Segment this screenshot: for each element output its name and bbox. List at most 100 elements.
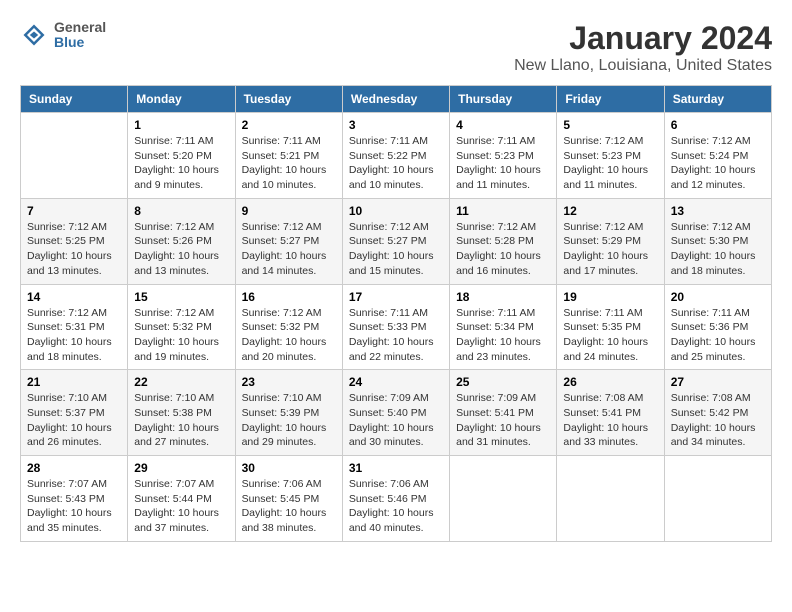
calendar-cell: 17 Sunrise: 7:11 AMSunset: 5:33 PMDayligh…	[342, 284, 449, 370]
calendar-cell: 23Sunrise: 7:10 AMSunset: 5:39 PMDayligh…	[235, 370, 342, 456]
calendar-cell: 30Sunrise: 7:06 AMSunset: 5:45 PMDayligh…	[235, 456, 342, 542]
day-number: 3	[349, 118, 443, 132]
day-number: 17	[349, 290, 443, 304]
calendar-cell	[557, 456, 664, 542]
logo-line1: General	[54, 20, 106, 35]
subtitle: New Llano, Louisiana, United States	[514, 57, 772, 75]
day-info: Sunrise: 7:12 AMSunset: 5:32 PMDaylight:…	[242, 306, 336, 365]
day-number: 11	[456, 204, 550, 218]
day-number: 30	[242, 461, 336, 475]
day-number: 27	[671, 375, 765, 389]
day-info: Sunrise: 7:09 AMSunset: 5:41 PMDaylight:…	[456, 391, 550, 450]
calendar-cell: 19 Sunrise: 7:11 AMSunset: 5:35 PMDayligh…	[557, 284, 664, 370]
day-info: Sunrise: 7:09 AMSunset: 5:40 PMDaylight:…	[349, 391, 443, 450]
day-number: 19	[563, 290, 657, 304]
day-info: Sunrise: 7:12 AMSunset: 5:29 PMDaylight:…	[563, 220, 657, 279]
day-number: 4	[456, 118, 550, 132]
calendar-body: 1Sunrise: 7:11 AMSunset: 5:20 PMDaylight…	[21, 113, 772, 542]
day-number: 24	[349, 375, 443, 389]
day-of-week-header: Thursday	[450, 86, 557, 113]
day-info: Sunrise: 7:11 AMSunset: 5:33 PMDaylight:…	[349, 306, 443, 365]
logo: General Blue	[20, 20, 106, 51]
day-of-week-header: Monday	[128, 86, 235, 113]
day-info: Sunrise: 7:11 AMSunset: 5:23 PMDaylight:…	[456, 134, 550, 193]
day-info: Sunrise: 7:10 AMSunset: 5:37 PMDaylight:…	[27, 391, 121, 450]
day-info: Sunrise: 7:12 AMSunset: 5:25 PMDaylight:…	[27, 220, 121, 279]
calendar-week-row: 28Sunrise: 7:07 AMSunset: 5:43 PMDayligh…	[21, 456, 772, 542]
calendar-cell: 6 Sunrise: 7:12 AMSunset: 5:24 PMDaylight…	[664, 113, 771, 199]
logo-icon	[20, 21, 48, 49]
day-number: 9	[242, 204, 336, 218]
title-block: January 2024 New Llano, Louisiana, Unite…	[514, 20, 772, 75]
calendar-week-row: 14 Sunrise: 7:12 AMSunset: 5:31 PMDayligh…	[21, 284, 772, 370]
day-of-week-header: Tuesday	[235, 86, 342, 113]
calendar-cell: 13 Sunrise: 7:12 AMSunset: 5:30 PMDayligh…	[664, 198, 771, 284]
calendar-week-row: 7 Sunrise: 7:12 AMSunset: 5:25 PMDaylight…	[21, 198, 772, 284]
calendar-cell: 8 Sunrise: 7:12 AMSunset: 5:26 PMDaylight…	[128, 198, 235, 284]
calendar-cell: 26 Sunrise: 7:08 AMSunset: 5:41 PMDayligh…	[557, 370, 664, 456]
calendar-cell: 3 Sunrise: 7:11 AMSunset: 5:22 PMDaylight…	[342, 113, 449, 199]
day-info: Sunrise: 7:12 AMSunset: 5:28 PMDaylight:…	[456, 220, 550, 279]
day-of-week-header: Friday	[557, 86, 664, 113]
day-info: Sunrise: 7:12 AMSunset: 5:26 PMDaylight:…	[134, 220, 228, 279]
day-number: 25	[456, 375, 550, 389]
day-number: 29	[134, 461, 228, 475]
day-info: Sunrise: 7:12 AMSunset: 5:31 PMDaylight:…	[27, 306, 121, 365]
calendar-cell: 10 Sunrise: 7:12 AMSunset: 5:27 PMDayligh…	[342, 198, 449, 284]
day-number: 31	[349, 461, 443, 475]
calendar-cell: 7 Sunrise: 7:12 AMSunset: 5:25 PMDaylight…	[21, 198, 128, 284]
day-info: Sunrise: 7:11 AMSunset: 5:20 PMDaylight:…	[134, 134, 228, 193]
day-number: 10	[349, 204, 443, 218]
calendar-cell: 5 Sunrise: 7:12 AMSunset: 5:23 PMDaylight…	[557, 113, 664, 199]
calendar-cell: 1Sunrise: 7:11 AMSunset: 5:20 PMDaylight…	[128, 113, 235, 199]
calendar-cell: 16Sunrise: 7:12 AMSunset: 5:32 PMDayligh…	[235, 284, 342, 370]
day-number: 7	[27, 204, 121, 218]
day-number: 18	[456, 290, 550, 304]
day-info: Sunrise: 7:11 AMSunset: 5:35 PMDaylight:…	[563, 306, 657, 365]
calendar-cell: 24 Sunrise: 7:09 AMSunset: 5:40 PMDayligh…	[342, 370, 449, 456]
day-info: Sunrise: 7:08 AMSunset: 5:41 PMDaylight:…	[563, 391, 657, 450]
day-number: 8	[134, 204, 228, 218]
calendar-week-row: 1Sunrise: 7:11 AMSunset: 5:20 PMDaylight…	[21, 113, 772, 199]
calendar-cell: 22 Sunrise: 7:10 AMSunset: 5:38 PMDayligh…	[128, 370, 235, 456]
day-info: Sunrise: 7:11 AMSunset: 5:22 PMDaylight:…	[349, 134, 443, 193]
day-number: 22	[134, 375, 228, 389]
day-number: 12	[563, 204, 657, 218]
day-info: Sunrise: 7:08 AMSunset: 5:42 PMDaylight:…	[671, 391, 765, 450]
day-number: 23	[242, 375, 336, 389]
day-info: Sunrise: 7:12 AMSunset: 5:27 PMDaylight:…	[349, 220, 443, 279]
calendar-cell	[21, 113, 128, 199]
day-number: 21	[27, 375, 121, 389]
calendar-cell: 2Sunrise: 7:11 AMSunset: 5:21 PMDaylight…	[235, 113, 342, 199]
logo-line2: Blue	[54, 35, 106, 50]
day-info: Sunrise: 7:12 AMSunset: 5:32 PMDaylight:…	[134, 306, 228, 365]
day-number: 5	[563, 118, 657, 132]
day-number: 14	[27, 290, 121, 304]
calendar-week-row: 21 Sunrise: 7:10 AMSunset: 5:37 PMDayligh…	[21, 370, 772, 456]
day-info: Sunrise: 7:12 AMSunset: 5:23 PMDaylight:…	[563, 134, 657, 193]
day-number: 2	[242, 118, 336, 132]
day-info: Sunrise: 7:12 AMSunset: 5:30 PMDaylight:…	[671, 220, 765, 279]
calendar-cell	[664, 456, 771, 542]
calendar-header-row: SundayMondayTuesdayWednesdayThursdayFrid…	[21, 86, 772, 113]
day-info: Sunrise: 7:10 AMSunset: 5:38 PMDaylight:…	[134, 391, 228, 450]
day-number: 26	[563, 375, 657, 389]
calendar-cell: 31 Sunrise: 7:06 AMSunset: 5:46 PMDayligh…	[342, 456, 449, 542]
day-number: 6	[671, 118, 765, 132]
calendar-cell: 18 Sunrise: 7:11 AMSunset: 5:34 PMDayligh…	[450, 284, 557, 370]
calendar-cell: 12 Sunrise: 7:12 AMSunset: 5:29 PMDayligh…	[557, 198, 664, 284]
calendar-cell: 29 Sunrise: 7:07 AMSunset: 5:44 PMDayligh…	[128, 456, 235, 542]
calendar-cell: 14 Sunrise: 7:12 AMSunset: 5:31 PMDayligh…	[21, 284, 128, 370]
day-info: Sunrise: 7:06 AMSunset: 5:46 PMDaylight:…	[349, 477, 443, 536]
day-info: Sunrise: 7:11 AMSunset: 5:34 PMDaylight:…	[456, 306, 550, 365]
calendar-cell: 20Sunrise: 7:11 AMSunset: 5:36 PMDayligh…	[664, 284, 771, 370]
calendar-cell: 15Sunrise: 7:12 AMSunset: 5:32 PMDayligh…	[128, 284, 235, 370]
calendar-cell: 27 Sunrise: 7:08 AMSunset: 5:42 PMDayligh…	[664, 370, 771, 456]
main-title: January 2024	[514, 20, 772, 57]
day-info: Sunrise: 7:12 AMSunset: 5:24 PMDaylight:…	[671, 134, 765, 193]
day-number: 28	[27, 461, 121, 475]
day-number: 20	[671, 290, 765, 304]
calendar-table: SundayMondayTuesdayWednesdayThursdayFrid…	[20, 85, 772, 542]
day-number: 13	[671, 204, 765, 218]
day-info: Sunrise: 7:07 AMSunset: 5:44 PMDaylight:…	[134, 477, 228, 536]
